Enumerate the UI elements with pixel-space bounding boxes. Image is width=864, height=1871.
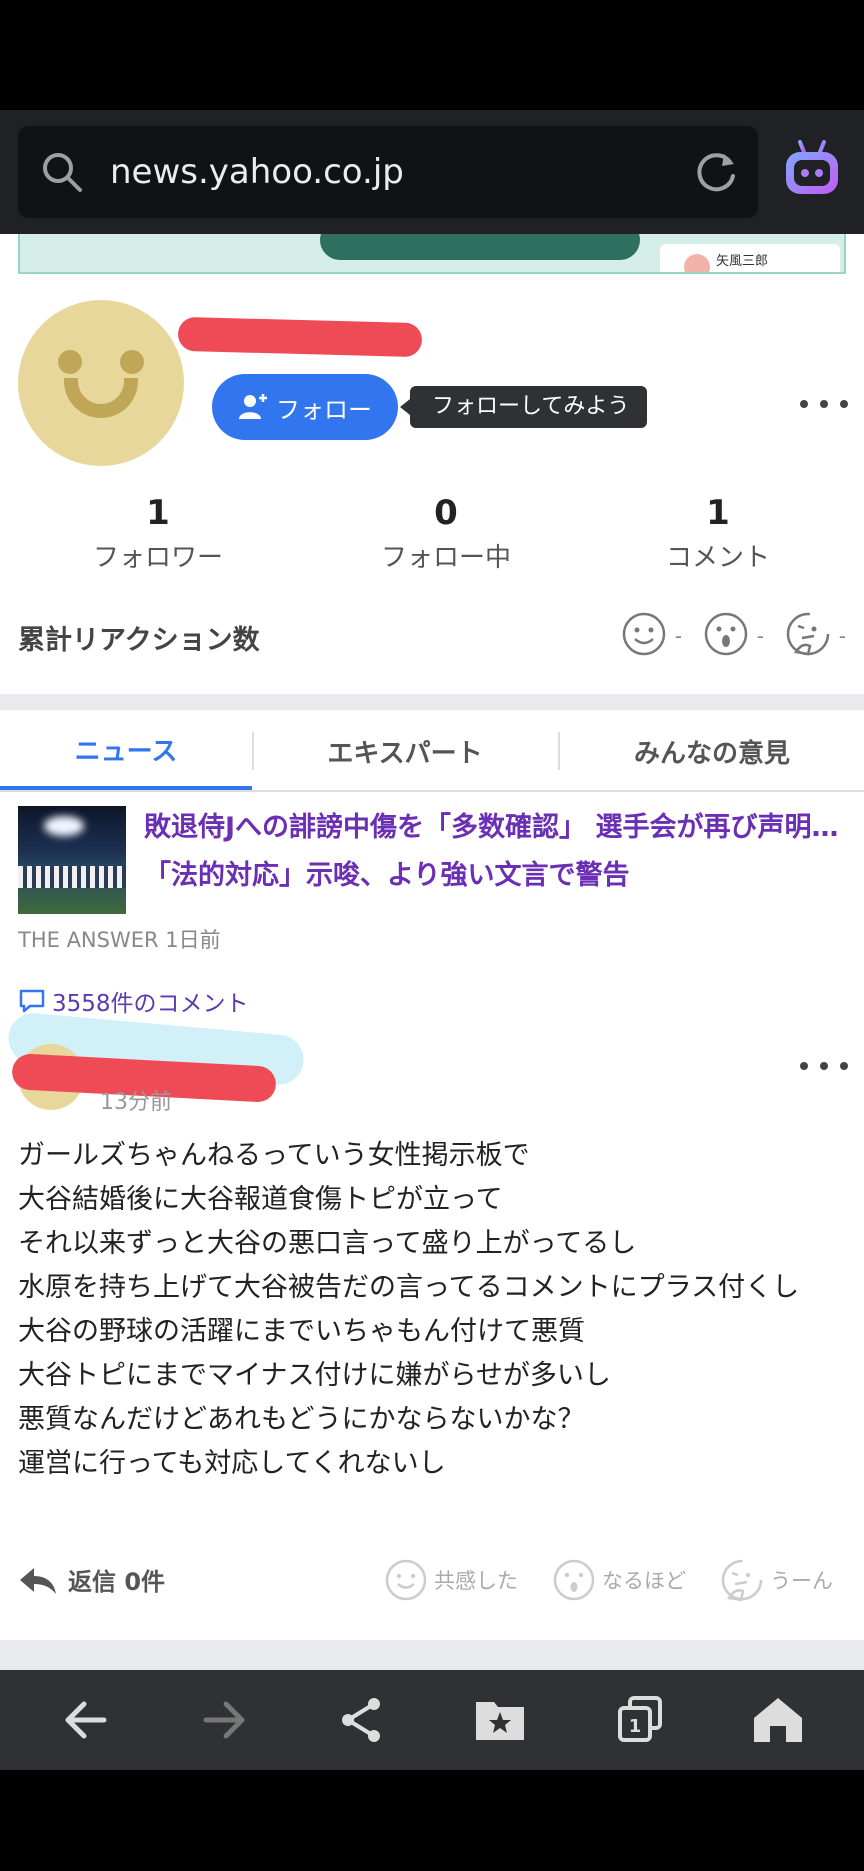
web-page: 矢風三郎 フォロー フォローしてみよう 1 フォロワー 0 フォロー中 1 コメ… xyxy=(0,234,864,1670)
comment-body: ガールズちゃんねるっていう女性掲示板で 大谷結婚後に大谷報道食傷トピが立って そ… xyxy=(18,1134,848,1486)
comment-line: 悪質なんだけどあれもどうにかならないかな？ xyxy=(18,1404,585,1435)
assistant-bot-icon[interactable] xyxy=(782,138,842,202)
comment-actions: 返信 0件 共感した なるほど うーん xyxy=(0,1554,864,1610)
ad-name: 矢風三郎 xyxy=(716,254,769,269)
comment-line: 大谷結婚後に大谷報道食傷トピが立って xyxy=(18,1184,503,1215)
stat-comments[interactable]: 1 コメント xyxy=(618,492,818,578)
stat-followers[interactable]: 1 フォロワー xyxy=(58,492,258,578)
empathy-button[interactable]: 共感した xyxy=(384,1558,518,1602)
home-button[interactable] xyxy=(750,1694,806,1746)
reply-button[interactable]: 返信 0件 xyxy=(18,1562,165,1597)
url-text[interactable]: news.yahoo.co.jp xyxy=(110,148,404,196)
insight-button[interactable]: なるほど xyxy=(552,1558,686,1602)
screen: news.yahoo.co.jp 矢風三郎 フォロー フォローしてみよう 1 フ… xyxy=(0,0,864,1871)
stat-label: フォロワー xyxy=(92,543,223,573)
avatar-eye-left xyxy=(58,350,82,374)
user-avatar[interactable] xyxy=(18,300,184,466)
browser-bottom-nav: 1 xyxy=(0,1670,864,1770)
ad-avatar xyxy=(684,254,710,272)
bookmark-folder-icon xyxy=(476,1702,524,1740)
svg-text:1: 1 xyxy=(629,1716,642,1737)
avatar-eye-right xyxy=(120,350,144,374)
reload-icon[interactable] xyxy=(692,148,740,196)
total-reactions: 累計リアクション数 - - - xyxy=(0,610,864,670)
reply-label: 返信 0件 xyxy=(68,1568,166,1596)
comment-line: 大谷の野球の活躍にまでいちゃもん付けて悪質 xyxy=(18,1316,585,1347)
arrow-right-icon xyxy=(203,1701,245,1739)
avatar-mouth xyxy=(64,378,138,418)
browser-toolbar: news.yahoo.co.jp xyxy=(0,110,864,234)
hmm-button[interactable]: うーん xyxy=(720,1558,833,1602)
comment-bubble-icon xyxy=(19,989,45,1013)
stat-value: 0 xyxy=(434,493,458,533)
smile-face-icon xyxy=(385,1559,427,1601)
redacted-username xyxy=(177,316,423,358)
thinking-face-icon xyxy=(721,1559,763,1602)
tab-opinions[interactable]: みんなの意見 xyxy=(560,712,864,790)
players-line xyxy=(18,866,126,888)
thinking-face-icon xyxy=(786,612,830,656)
ad-banner[interactable]: 矢風三郎 xyxy=(18,234,846,274)
comment-line: 運営に行っても対応してくれないし xyxy=(18,1448,446,1479)
reaction-value: - xyxy=(674,624,682,648)
bookmarks-button[interactable] xyxy=(472,1694,528,1746)
comment-count-text: 3558件のコメント xyxy=(52,991,249,1017)
ad-card: 矢風三郎 xyxy=(660,244,840,272)
follow-label: フォロー xyxy=(276,395,372,424)
tabs-button[interactable]: 1 xyxy=(612,1694,668,1746)
article-time: 1日前 xyxy=(165,928,221,952)
forward-button[interactable] xyxy=(196,1694,252,1746)
back-button[interactable] xyxy=(58,1694,114,1746)
hmm-count: - xyxy=(786,610,846,662)
comment-line: それ以来ずっと大谷の悪口言って盛り上がってるし xyxy=(18,1228,637,1259)
article-meta: THE ANSWER 1日前 xyxy=(18,924,221,954)
comment-more-button[interactable] xyxy=(800,1056,848,1076)
insight-count: - xyxy=(704,610,764,662)
surprised-face-icon xyxy=(704,612,748,656)
stat-value: 1 xyxy=(706,493,730,533)
profile-more-button[interactable] xyxy=(800,394,848,414)
arrow-left-icon xyxy=(65,1701,107,1739)
smile-face-icon xyxy=(622,612,666,656)
empathy-count: - xyxy=(622,610,682,662)
follow-tooltip: フォローしてみよう xyxy=(399,386,648,428)
ad-pill xyxy=(320,234,640,260)
reaction-value: - xyxy=(838,624,846,648)
share-icon xyxy=(342,1698,380,1742)
comment-line: 大谷トピにまでマイナス付けに嫌がらせが多いし xyxy=(18,1360,611,1391)
hmm-label: うーん xyxy=(770,1569,833,1593)
surprised-face-icon xyxy=(553,1559,595,1601)
search-icon xyxy=(43,153,82,192)
profile-stats: 1 フォロワー 0 フォロー中 1 コメント xyxy=(0,492,864,592)
stadium-lights xyxy=(44,816,84,836)
article-title[interactable]: 敗退侍Jへの誹謗中傷を「多数確認」 選手会が再び声明…「法的対応」示唆、より強い… xyxy=(144,804,844,900)
comment-time: 13分前 xyxy=(100,1090,172,1115)
profile-tabs: ニュース エキスパート みんなの意見 xyxy=(0,712,864,792)
section-divider xyxy=(0,694,864,710)
tab-news[interactable]: ニュース xyxy=(0,712,252,790)
stat-following[interactable]: 0 フォロー中 xyxy=(346,492,546,578)
reply-arrow-icon xyxy=(20,1567,56,1594)
comment-count-link[interactable]: 3558件のコメント xyxy=(18,984,249,1018)
tab-expert[interactable]: エキスパート xyxy=(254,712,556,790)
article-source: THE ANSWER xyxy=(18,928,159,952)
section-divider xyxy=(0,1640,864,1670)
tab-switcher-icon: 1 xyxy=(618,1696,662,1742)
stat-label: コメント xyxy=(665,543,770,573)
address-bar[interactable]: news.yahoo.co.jp xyxy=(18,126,758,218)
follow-button[interactable]: フォロー xyxy=(212,374,398,440)
empathy-label: 共感した xyxy=(434,1569,518,1593)
add-user-icon xyxy=(239,394,267,419)
comment-line: 水原を持ち上げて大谷被告だの言ってるコメントにプラス付くし xyxy=(18,1272,800,1303)
comment-line: ガールズちゃんねるっていう女性掲示板で xyxy=(18,1140,530,1171)
share-button[interactable] xyxy=(334,1694,390,1746)
article-thumbnail[interactable] xyxy=(18,806,126,914)
stat-value: 1 xyxy=(146,493,170,533)
total-reactions-title: 累計リアクション数 xyxy=(18,625,260,656)
home-icon xyxy=(754,1698,802,1742)
reaction-value: - xyxy=(756,624,764,648)
stat-label: フォロー中 xyxy=(380,543,511,573)
insight-label: なるほど xyxy=(602,1569,686,1593)
